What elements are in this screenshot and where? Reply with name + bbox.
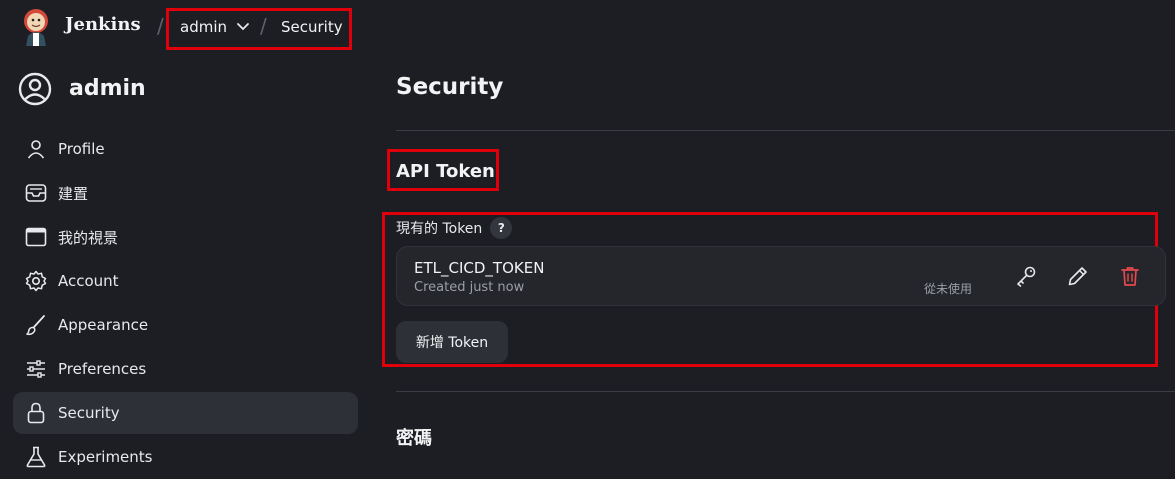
sidebar-item-builds[interactable]: 建置	[13, 172, 358, 214]
top-header: Jenkins / admin / Security	[0, 0, 1175, 56]
breadcrumb-security[interactable]: Security	[281, 18, 343, 36]
help-icon[interactable]: ?	[490, 217, 513, 239]
sidebar-item-label: Experiments	[58, 448, 153, 466]
add-token-button[interactable]: 新增 Token	[396, 321, 508, 363]
sidebar-item-label: Account	[58, 272, 119, 290]
sidebar-item-profile[interactable]: Profile	[13, 128, 358, 170]
sidebar-item-label: 建置	[58, 184, 89, 203]
token-name: ETL_CICD_TOKEN	[414, 259, 545, 277]
sidebar-item-appearance[interactable]: Appearance	[13, 304, 358, 346]
divider	[396, 391, 1175, 392]
lock-icon	[25, 402, 47, 424]
chevron-down-icon[interactable]	[236, 22, 250, 32]
existing-tokens-label: 現有的 Token ?	[396, 217, 513, 239]
flask-icon	[25, 446, 47, 468]
sidebar-item-label: 我的視景	[58, 228, 119, 247]
breadcrumb-separator: /	[157, 14, 164, 38]
brand-name[interactable]: Jenkins	[65, 14, 141, 35]
sidebar-item-label: Profile	[58, 140, 105, 158]
person-icon	[25, 138, 47, 160]
sidebar-item-label: Security	[58, 404, 120, 422]
jenkins-security-page: Jenkins / admin / Security admin Profile	[0, 0, 1175, 479]
breadcrumb-separator: /	[260, 14, 267, 38]
brush-icon	[25, 314, 47, 336]
sidebar-item-label: Appearance	[58, 316, 149, 334]
sidebar-item-security[interactable]: Security	[13, 392, 358, 434]
sidebar-item-label: Preferences	[58, 360, 147, 378]
sidebar-item-preferences[interactable]: Preferences	[13, 348, 358, 390]
sidebar-item-my-views[interactable]: 我的視景	[13, 216, 358, 258]
existing-tokens-text: 現有的 Token	[396, 221, 483, 237]
sidebar-user-name: admin	[69, 76, 146, 101]
breadcrumb-admin[interactable]: admin	[180, 18, 227, 36]
password-section-title: 密碼	[396, 428, 432, 449]
key-icon[interactable]	[1015, 265, 1037, 287]
divider	[396, 130, 1175, 131]
token-usage: 從未使用	[924, 282, 973, 296]
api-token-section-title: API Token	[396, 161, 495, 182]
pencil-icon[interactable]	[1067, 265, 1089, 287]
window-icon	[25, 226, 47, 248]
sidebar-nav: Profile 建置 我的視景 Account Appearance Prefe…	[13, 128, 358, 479]
jenkins-logo-icon[interactable]	[20, 6, 52, 46]
token-card: ETL_CICD_TOKEN Created just now 從未使用	[396, 246, 1166, 306]
token-created: Created just now	[414, 280, 525, 295]
sidebar-item-account[interactable]: Account	[13, 260, 358, 302]
page-title: Security	[396, 74, 504, 100]
sidebar-item-experiments[interactable]: Experiments	[13, 436, 358, 478]
sliders-icon	[25, 358, 47, 380]
trash-icon[interactable]	[1119, 265, 1141, 287]
gear-icon	[25, 270, 47, 292]
inbox-icon	[25, 182, 47, 204]
user-avatar-icon	[18, 72, 52, 106]
